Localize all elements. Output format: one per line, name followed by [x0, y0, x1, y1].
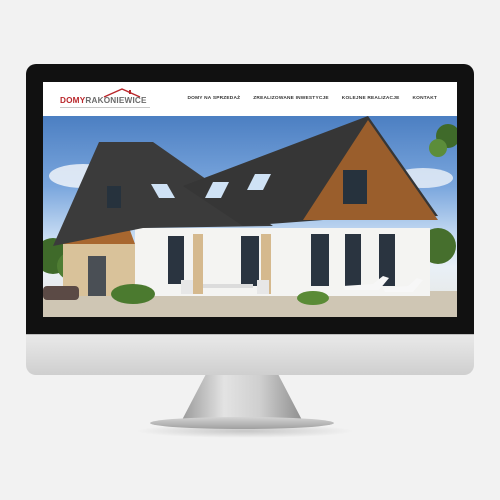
logo-secondary-text: RAKONIEWICE — [85, 96, 147, 105]
monitor-bezel: DOMYRAKONIEWICE DOMY NA SPRZEDAŻ ZREALIZ… — [26, 64, 474, 334]
monitor-chin — [26, 334, 474, 375]
monitor-stand-base — [150, 417, 334, 429]
monitor: DOMYRAKONIEWICE DOMY NA SPRZEDAŻ ZREALIZ… — [26, 64, 474, 375]
menu-item-domy-na-sprzedaz[interactable]: DOMY NA SPRZEDAŻ — [188, 96, 241, 101]
menu-item-kolejne-realizacje[interactable]: KOLEJNE REALIZACJE — [342, 96, 400, 101]
menu-item-zrealizowane-inwestycje[interactable]: ZREALIZOWANE INWESTYCJE — [253, 96, 329, 101]
monitor-stand-neck — [182, 374, 302, 420]
site-header: DOMYRAKONIEWICE DOMY NA SPRZEDAŻ ZREALIZ… — [43, 82, 457, 116]
house-illustration — [43, 116, 457, 317]
site-logo[interactable]: DOMYRAKONIEWICE — [60, 96, 147, 105]
logo-primary-text: DOMY — [60, 96, 86, 105]
hero-image-house — [43, 116, 457, 317]
logo-underline — [60, 107, 150, 108]
website-screen: DOMYRAKONIEWICE DOMY NA SPRZEDAŻ ZREALIZ… — [43, 82, 457, 317]
main-menu: DOMY NA SPRZEDAŻ ZREALIZOWANE INWESTYCJE… — [188, 96, 438, 101]
menu-item-kontakt[interactable]: KONTAKT — [413, 96, 438, 101]
